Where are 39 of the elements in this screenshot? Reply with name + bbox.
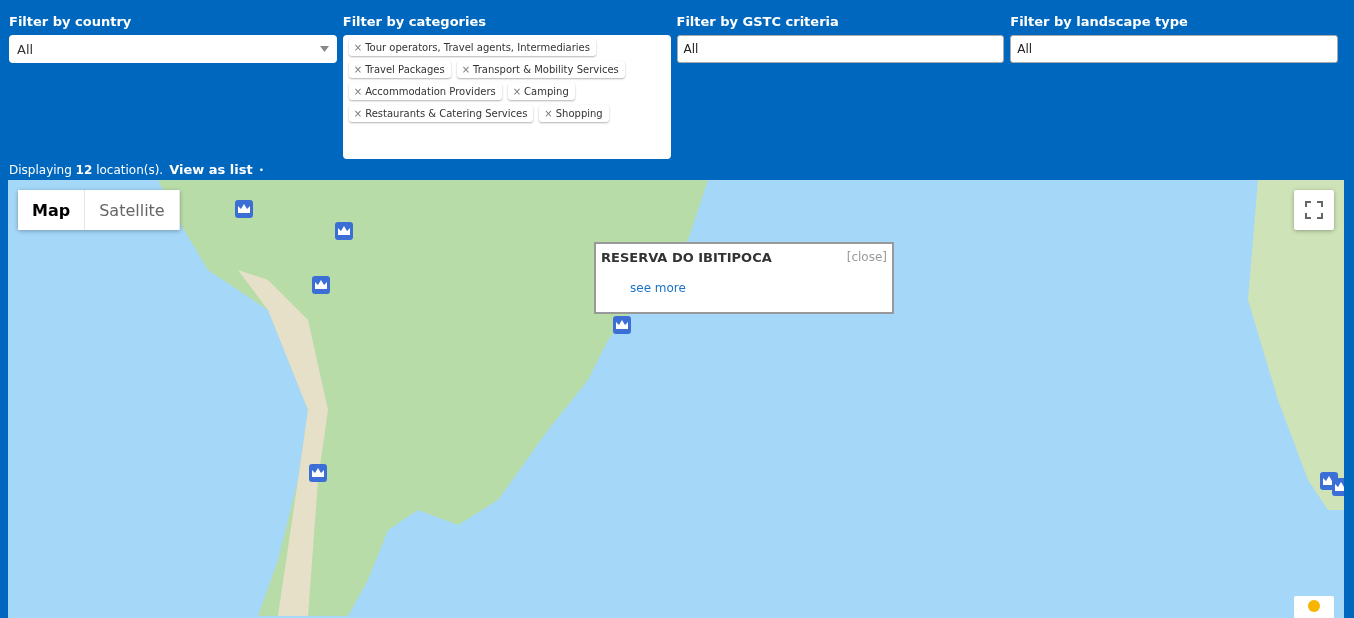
marker-icon[interactable]	[613, 316, 631, 334]
close-link[interactable]: [close]	[846, 250, 887, 264]
popup-title: RESERVA DO IBITIPOCA	[601, 250, 772, 265]
remove-tag-button[interactable]: ×	[544, 108, 553, 119]
dropdown-caret-icon	[319, 46, 329, 52]
remove-tag-button[interactable]: ×	[353, 86, 363, 97]
remove-tag-button[interactable]: ×	[512, 86, 522, 97]
bullet: •	[258, 164, 265, 175]
fullscreen-icon	[1305, 201, 1323, 219]
filter-input[interactable]: All	[1010, 35, 1338, 63]
remove-tag-button[interactable]: ×	[461, 64, 471, 75]
filter-label: Filter by categories	[342, 14, 487, 29]
filter-label: Filter by GSTC criteria	[676, 14, 840, 29]
marker-icon[interactable]	[235, 200, 253, 218]
remove-tag-button[interactable]: ×	[353, 64, 363, 75]
tag-label: Camping	[524, 86, 569, 97]
fullscreen-button[interactable]	[1294, 190, 1334, 230]
map-type-tab[interactable]: Map	[18, 190, 86, 230]
tag-label: Travel Packages	[365, 64, 445, 75]
filter-label: Filter by country	[9, 14, 133, 29]
remove-tag-button[interactable]: ×	[353, 108, 363, 119]
location-count: Displaying 12 location(s).	[9, 162, 164, 177]
remove-tag-button[interactable]: ×	[353, 42, 363, 53]
tag-label: Tour operators, Travel agents, Intermediaries	[365, 42, 590, 53]
tag-label: Accommodation Providers	[365, 86, 496, 97]
filter-input[interactable]: All	[676, 35, 1005, 63]
marker-icon[interactable]	[312, 276, 330, 294]
category-field[interactable]: × Tour operators, Travel agents, Intermediaries × Travel Packages × Transport & Mobility Services × Accommodation Providers × Camping × Restaurants & Catering Services × Shopping	[342, 35, 671, 159]
tag-label: Transport & Mobility Services	[473, 64, 619, 75]
filter-label: Filter by landscape type	[1010, 14, 1189, 29]
see-more-link[interactable]: see more	[630, 281, 686, 295]
map-type-tab[interactable]: Satellite	[85, 190, 180, 230]
tag-label: Restaurants & Catering Services	[365, 108, 528, 119]
view-as-list-link[interactable]: View as list	[169, 162, 253, 177]
map[interactable]: Map Satellite RESERVA DO IBITIPOCA [close] see more	[8, 180, 1344, 618]
marker-icon[interactable]	[309, 464, 327, 482]
tag-label: Shopping	[555, 108, 603, 119]
country-select[interactable]: All	[9, 35, 337, 63]
marker-icon[interactable]	[335, 222, 353, 240]
